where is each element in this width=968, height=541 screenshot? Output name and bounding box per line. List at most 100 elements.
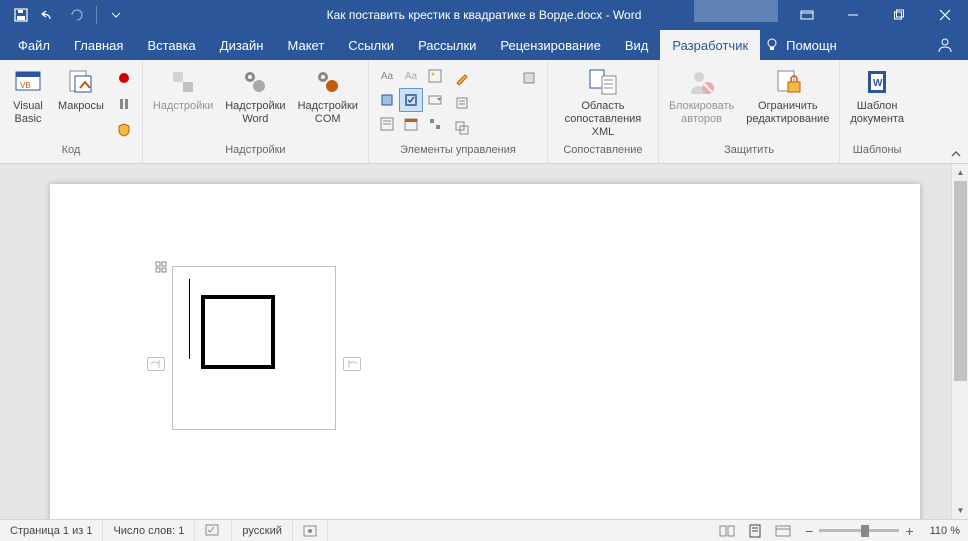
- collapse-ribbon-button[interactable]: [950, 148, 962, 160]
- zoom-track[interactable]: [819, 529, 899, 532]
- com-addins-label: Надстройки COM: [298, 100, 358, 126]
- checkbox-control-button[interactable]: [400, 89, 422, 111]
- tab-home[interactable]: Главная: [62, 30, 135, 60]
- drawing-canvas[interactable]: [172, 266, 336, 430]
- undo-button[interactable]: [36, 3, 62, 27]
- page-number-status[interactable]: Страница 1 из 1: [0, 520, 103, 541]
- block-icon: [380, 93, 394, 107]
- record-icon: [116, 70, 132, 86]
- tab-insert[interactable]: Вставка: [135, 30, 207, 60]
- ribbon-display-button[interactable]: [784, 0, 830, 30]
- undo-icon: [41, 8, 57, 22]
- dropdown-control-button[interactable]: [376, 113, 398, 135]
- group-addins-label: Надстройки: [225, 144, 285, 160]
- building-block-control-button[interactable]: [376, 89, 398, 111]
- xml-mapping-button[interactable]: Область сопоставления XML: [554, 64, 652, 142]
- tab-view[interactable]: Вид: [613, 30, 661, 60]
- word-addins-label: Надстройки Word: [225, 100, 285, 126]
- com-addins-button[interactable]: Надстройки COM: [294, 64, 362, 128]
- web-icon: [775, 524, 791, 538]
- legacy-tools-button[interactable]: [518, 67, 540, 89]
- scroll-thumb[interactable]: [954, 181, 967, 381]
- group-code: VB Visual Basic Макросы Код: [0, 60, 143, 163]
- group-mapping: Область сопоставления XML Сопоставление: [548, 60, 659, 163]
- vertical-scrollbar[interactable]: ▲ ▼: [951, 164, 968, 519]
- combo-box-control-button[interactable]: [424, 89, 446, 111]
- zoom-thumb[interactable]: [861, 525, 869, 537]
- visual-basic-button[interactable]: VB Visual Basic: [6, 64, 50, 128]
- tab-review[interactable]: Рецензирование: [488, 30, 612, 60]
- date-picker-control-button[interactable]: [400, 113, 422, 135]
- wrap-handle-left[interactable]: [147, 357, 165, 371]
- tab-layout[interactable]: Макет: [275, 30, 336, 60]
- macros-icon: [65, 66, 97, 98]
- plain-text-control-button[interactable]: Aa: [400, 65, 422, 87]
- share-button[interactable]: [922, 30, 968, 60]
- record-macro-button[interactable]: [113, 67, 135, 89]
- picture-control-button[interactable]: [424, 65, 446, 87]
- macros-button[interactable]: Макросы: [54, 64, 108, 115]
- spell-check-status[interactable]: [195, 520, 232, 541]
- maximize-icon: [893, 9, 905, 21]
- checkbox-shape[interactable]: [201, 295, 275, 369]
- combo-icon: [428, 93, 442, 107]
- zoom-level[interactable]: 110 %: [922, 525, 968, 537]
- design-mode-button[interactable]: [452, 67, 512, 89]
- word-addins-icon: [239, 66, 271, 98]
- close-button[interactable]: [922, 0, 968, 30]
- tab-developer[interactable]: Разработчик: [660, 30, 760, 60]
- lightbulb-icon: [764, 37, 780, 53]
- minimize-button[interactable]: [830, 0, 876, 30]
- maximize-button[interactable]: [876, 0, 922, 30]
- group-controls-label: Элементы управления: [400, 144, 516, 160]
- xml-mapping-label: Область сопоставления XML: [558, 100, 648, 140]
- scroll-up-button[interactable]: ▲: [952, 164, 968, 181]
- zoom-in-button[interactable]: +: [905, 523, 913, 539]
- save-button[interactable]: [8, 3, 34, 27]
- scroll-down-button[interactable]: ▼: [952, 502, 968, 519]
- group-controls-button[interactable]: [452, 117, 512, 139]
- pause-recording-button[interactable]: [113, 93, 135, 115]
- com-addins-icon: [312, 66, 344, 98]
- rich-text-control-button[interactable]: Aa: [376, 65, 398, 87]
- wrap-handle-right[interactable]: [343, 357, 361, 371]
- block-authors-label: Блокировать авторов: [669, 100, 734, 126]
- visual-basic-label: Visual Basic: [13, 100, 43, 126]
- repeating-section-control-button[interactable]: [424, 113, 446, 135]
- tab-file[interactable]: Файл: [6, 30, 62, 60]
- word-addins-button[interactable]: Надстройки Word: [221, 64, 289, 128]
- group-addins: Надстройки Надстройки Word Надстройки CO…: [143, 60, 369, 163]
- macro-status[interactable]: [293, 520, 328, 541]
- zoom-out-button[interactable]: −: [805, 523, 813, 539]
- web-layout-button[interactable]: [769, 520, 797, 541]
- document-template-button[interactable]: W Шаблон документа: [846, 64, 908, 128]
- controls-palette: Aa Aa: [375, 64, 447, 136]
- print-layout-button[interactable]: [741, 520, 769, 541]
- tab-mailings[interactable]: Рассылки: [406, 30, 488, 60]
- window-title: Как поставить крестик в квадратике в Вор…: [327, 8, 642, 22]
- document-page[interactable]: [50, 184, 920, 519]
- restrict-editing-button[interactable]: Ограничить редактирование: [742, 64, 833, 128]
- word-count-status[interactable]: Число слов: 1: [103, 520, 195, 541]
- window-controls: [694, 0, 968, 30]
- redo-icon: [70, 8, 84, 22]
- block-authors-button: Блокировать авторов: [665, 64, 738, 128]
- group-mapping-label: Сопоставление: [563, 144, 642, 160]
- date-icon: [404, 117, 418, 131]
- read-mode-button[interactable]: [713, 520, 741, 541]
- properties-button[interactable]: [452, 92, 512, 114]
- account-placeholder[interactable]: [694, 0, 778, 22]
- macro-security-button[interactable]: [113, 119, 135, 141]
- group-code-label: Код: [62, 144, 81, 160]
- tab-references[interactable]: Ссылки: [336, 30, 406, 60]
- tell-me[interactable]: Помощн: [764, 30, 837, 60]
- macros-label: Макросы: [58, 100, 104, 113]
- wrap-right-icon: [344, 358, 360, 370]
- document-area[interactable]: ▲ ▼: [0, 164, 968, 519]
- redo-button[interactable]: [64, 3, 90, 27]
- text-cursor: [189, 279, 190, 359]
- qat-customize-button[interactable]: [103, 3, 129, 27]
- language-status[interactable]: русский: [232, 520, 292, 541]
- tab-design[interactable]: Дизайн: [208, 30, 276, 60]
- document-template-label: Шаблон документа: [850, 100, 904, 126]
